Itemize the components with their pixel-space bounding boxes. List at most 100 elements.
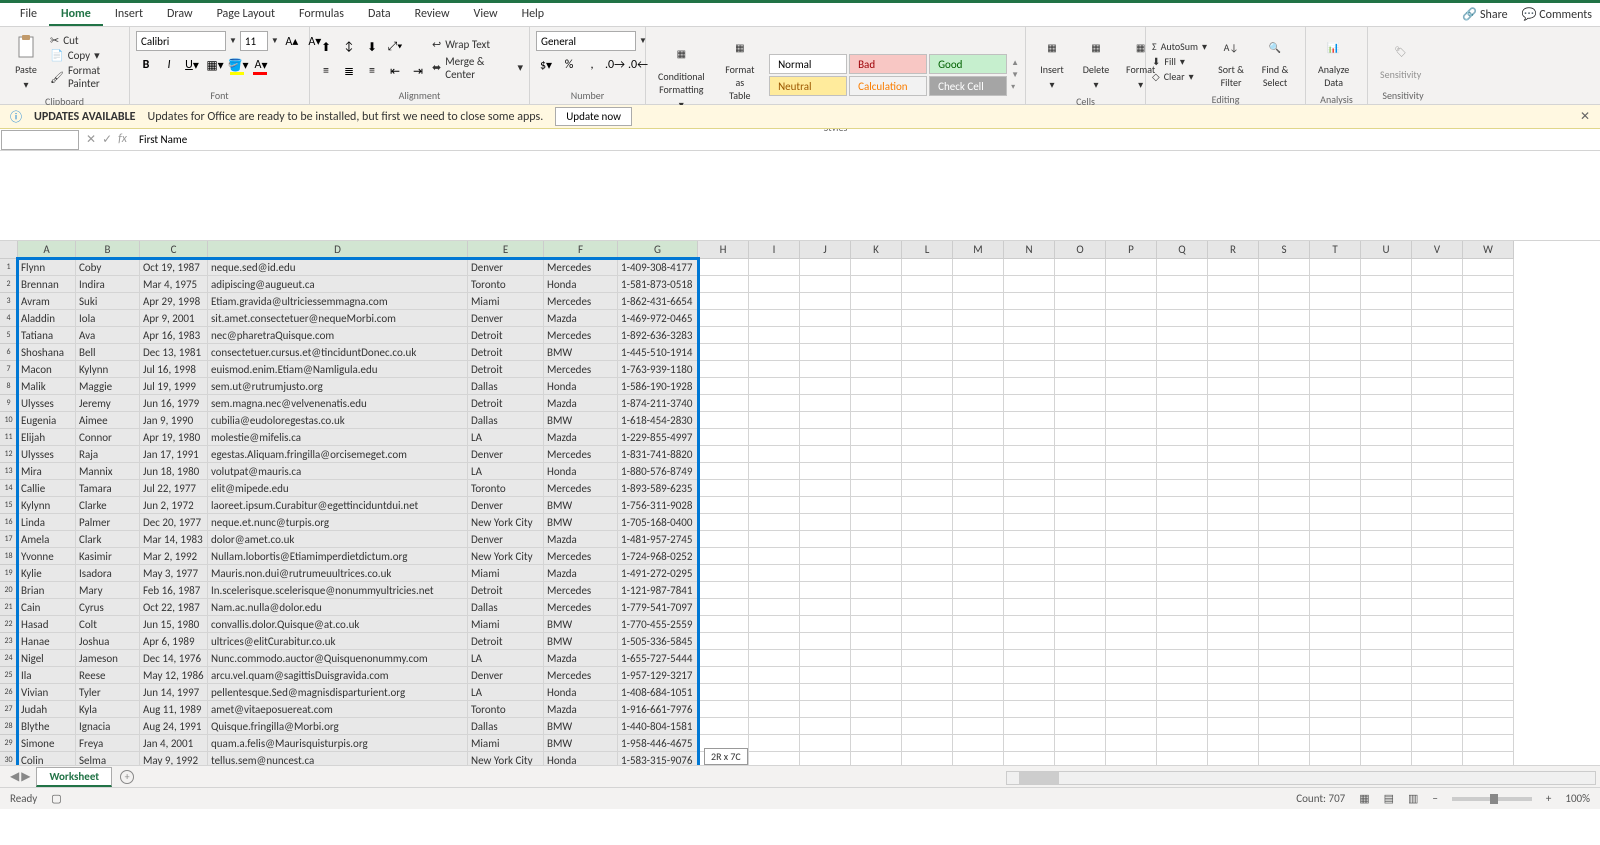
cell[interactable]: tellus.sem@nuncest.ca (208, 752, 468, 765)
cell[interactable] (851, 735, 902, 752)
cell[interactable]: Palmer (76, 514, 140, 531)
cell[interactable]: 1-957-129-3217 (618, 667, 698, 684)
cell[interactable]: Miami (468, 735, 544, 752)
row-header[interactable]: 6 (0, 344, 18, 361)
cell[interactable] (1463, 582, 1514, 599)
cell[interactable] (1208, 582, 1259, 599)
next-sheet-button[interactable]: ▶ (21, 769, 30, 784)
cell[interactable]: Jun 14, 1997 (140, 684, 208, 701)
col-header-W[interactable]: W (1463, 241, 1514, 259)
cell[interactable] (1463, 259, 1514, 276)
cell[interactable] (953, 633, 1004, 650)
col-header-J[interactable]: J (800, 241, 851, 259)
cell[interactable] (1361, 344, 1412, 361)
cell[interactable] (1055, 531, 1106, 548)
cell[interactable]: BMW (544, 633, 618, 650)
cell[interactable]: Quisque.fringilla@Morbi.org (208, 718, 468, 735)
cell[interactable] (1055, 327, 1106, 344)
cell[interactable] (851, 429, 902, 446)
cell[interactable] (1157, 701, 1208, 718)
cell[interactable] (698, 327, 749, 344)
cell[interactable] (1055, 684, 1106, 701)
cell[interactable] (1310, 633, 1361, 650)
cell[interactable] (1157, 735, 1208, 752)
cell[interactable] (851, 718, 902, 735)
cell[interactable] (800, 718, 851, 735)
cell[interactable] (1259, 293, 1310, 310)
cell[interactable] (1157, 616, 1208, 633)
cell[interactable] (1055, 412, 1106, 429)
cell[interactable] (953, 293, 1004, 310)
cell[interactable]: Mercedes (544, 327, 618, 344)
cell[interactable] (953, 667, 1004, 684)
cell[interactable] (1106, 684, 1157, 701)
sort-filter-button[interactable]: A↓Sort & Filter (1211, 31, 1251, 91)
increase-font-button[interactable]: A▴ (282, 31, 302, 51)
cell[interactable]: Avram (18, 293, 76, 310)
cell[interactable]: Brennan (18, 276, 76, 293)
cell[interactable] (851, 310, 902, 327)
cell[interactable] (1259, 276, 1310, 293)
cell[interactable] (1463, 378, 1514, 395)
cell[interactable]: BMW (544, 412, 618, 429)
cell[interactable] (800, 259, 851, 276)
cell[interactable] (1463, 361, 1514, 378)
cell[interactable] (1055, 344, 1106, 361)
cell[interactable] (1055, 497, 1106, 514)
cell[interactable] (1055, 616, 1106, 633)
cell[interactable] (851, 412, 902, 429)
worksheet-grid[interactable]: ABCDEFGHIJKLMNOPQRSTUVW 1FlynnCobyOct 19… (0, 241, 1600, 765)
cell[interactable]: Detroit (468, 327, 544, 344)
cell[interactable] (698, 701, 749, 718)
cell[interactable] (1004, 650, 1055, 667)
cell[interactable] (1208, 327, 1259, 344)
cell[interactable] (1310, 429, 1361, 446)
cell[interactable]: Honda (544, 378, 618, 395)
cell[interactable]: cubilia@eudoloregestas.co.uk (208, 412, 468, 429)
cell[interactable]: 1-469-972-0465 (618, 310, 698, 327)
cell[interactable]: Aladdin (18, 310, 76, 327)
row-header[interactable]: 17 (0, 531, 18, 548)
cell[interactable]: Mazda (544, 650, 618, 667)
cell[interactable] (1106, 531, 1157, 548)
decrease-decimal-button[interactable]: .0← (628, 55, 648, 75)
cell[interactable] (1106, 565, 1157, 582)
cell[interactable] (851, 514, 902, 531)
cell[interactable] (749, 378, 800, 395)
cancel-formula-button[interactable]: ✕ (86, 132, 96, 147)
cell[interactable] (698, 616, 749, 633)
autosum-button[interactable]: Σ AutoSum ▾ (1152, 40, 1207, 53)
cell[interactable] (1463, 327, 1514, 344)
cell[interactable] (1412, 378, 1463, 395)
cell[interactable]: Judah (18, 701, 76, 718)
cell[interactable] (1361, 514, 1412, 531)
cell[interactable] (902, 480, 953, 497)
cell[interactable] (1259, 565, 1310, 582)
cell[interactable]: Mauris.non.dui@rutrumeuultrices.co.uk (208, 565, 468, 582)
delete-cells-button[interactable]: ▦Delete ▾ (1076, 31, 1116, 93)
fill-button[interactable]: ⬇ Fill ▾ (1152, 55, 1207, 68)
cell[interactable] (749, 735, 800, 752)
bold-button[interactable]: B (136, 55, 156, 75)
cell[interactable] (1157, 667, 1208, 684)
zoom-slider[interactable] (1452, 797, 1532, 801)
cell[interactable] (1004, 344, 1055, 361)
cell[interactable] (1361, 531, 1412, 548)
cell[interactable] (1208, 514, 1259, 531)
cell[interactable]: Dec 20, 1977 (140, 514, 208, 531)
col-header-V[interactable]: V (1412, 241, 1463, 259)
cell[interactable] (1157, 276, 1208, 293)
row-header[interactable]: 10 (0, 412, 18, 429)
cell[interactable] (1208, 565, 1259, 582)
cell[interactable] (851, 633, 902, 650)
cell[interactable]: Honda (544, 276, 618, 293)
cell[interactable] (1259, 395, 1310, 412)
cell[interactable] (1004, 293, 1055, 310)
cell[interactable] (953, 463, 1004, 480)
cell[interactable] (902, 548, 953, 565)
cell[interactable] (1412, 463, 1463, 480)
cell[interactable] (1106, 650, 1157, 667)
cell[interactable] (1106, 718, 1157, 735)
cell[interactable]: nec@pharetraQuisque.com (208, 327, 468, 344)
tab-formulas[interactable]: Formulas (287, 4, 356, 26)
